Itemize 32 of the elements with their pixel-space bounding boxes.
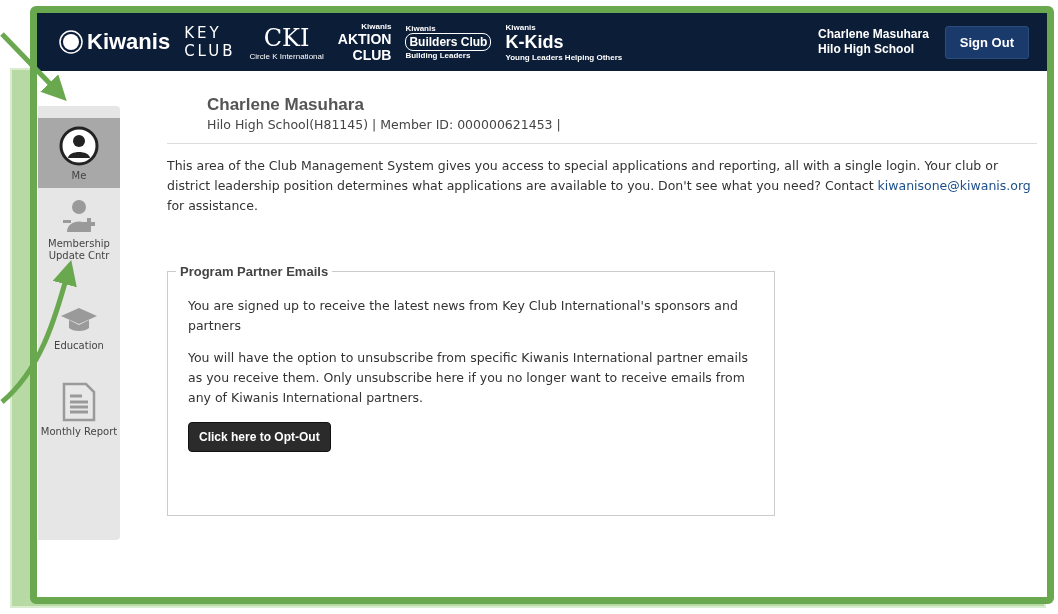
person-icon	[59, 126, 99, 166]
k-kids-logo-text: K-Kids	[505, 31, 565, 53]
panel-paragraph: You are signed up to receive the latest news from Key Club International's sponsors and partners	[188, 297, 739, 335]
builders-club-logo-text: Building Leaders	[405, 51, 472, 60]
panel-title: Program Partner Emails	[176, 264, 333, 279]
member-name: Charlene Masuhara	[207, 95, 365, 115]
key-club-logo-text: KEY	[184, 24, 223, 42]
user-school: Hilo High School	[818, 42, 916, 57]
emblem-icon	[59, 30, 83, 54]
opt-out-button[interactable]: Click here to Opt-Out	[188, 422, 331, 452]
cki-logo-text: Circle K International	[249, 51, 324, 61]
key-club-logo-text: CLUB	[184, 42, 236, 60]
aktion-club-logo-text: Kiwanis	[361, 21, 392, 31]
email-link[interactable]: kiwanisone@kiwanis.org	[877, 178, 1031, 193]
sign-out-button[interactable]: Sign Out	[944, 25, 1029, 59]
k-kids-logo-text: Kiwanis	[505, 22, 537, 32]
sidebar-item[interactable]: Me	[38, 118, 120, 188]
builders-club-logo-text: Kiwanis	[405, 24, 437, 33]
sidebar-item[interactable]: Membership Update Cntr	[38, 190, 120, 268]
sidebar-item[interactable]: Education	[38, 296, 120, 358]
panel-paragraph: You will have the option to unsubscribe from specific Kiwanis International partner emails as you receive them. Only unsubscribe here if you no longer want to receive emails from any of Kiwanis International partners.	[188, 349, 749, 407]
sidebar-item[interactable]: Monthly Report	[38, 374, 120, 444]
user-name: Charlene Masuhara	[818, 27, 929, 42]
builders-club-logo-text: Builders Club	[405, 33, 492, 51]
intro-paragraph: This area of the Club Management System gives you access to special applications and reporting, all with a single login. Your club or district leadership position determines what applications are available to you. Don't see what you need? Contact kiwanisone@kiwanis.org for assistance.	[167, 157, 1032, 215]
k-kids-logo-text: Young Leaders Helping Others	[505, 52, 623, 62]
cki-logo-text: CKI	[263, 23, 310, 52]
kiwanis-logo-text: Kiwanis	[87, 29, 171, 55]
aktion-club-logo-text: AKTION	[337, 30, 392, 47]
document-icon	[62, 382, 96, 422]
member-details: Hilo High School(H81145) | Member ID: 000000621453 |	[207, 117, 562, 132]
aktion-club-logo-text: CLUB	[352, 46, 392, 63]
